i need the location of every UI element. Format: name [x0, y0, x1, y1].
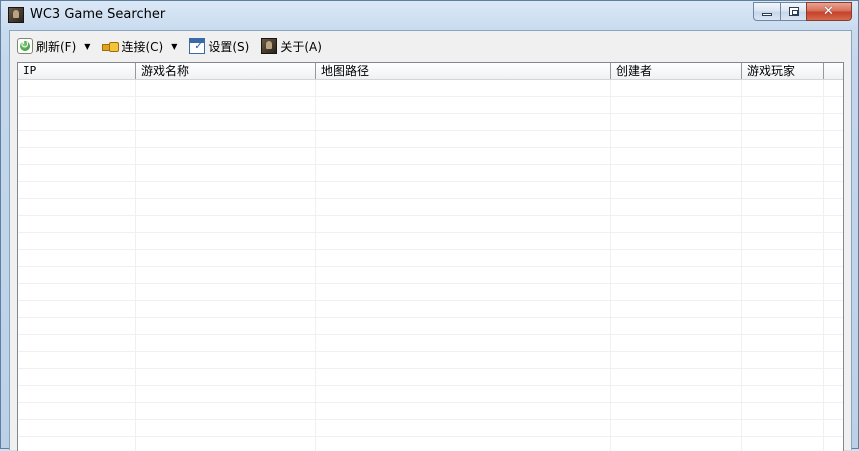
settings-label: 设置(S) — [208, 39, 250, 54]
about-button[interactable]: 关于(A) — [257, 34, 326, 58]
column-gridline — [610, 80, 611, 451]
refresh-icon — [17, 38, 33, 54]
settings-icon — [189, 38, 206, 54]
connect-dropdown-icon[interactable]: ▼ — [171, 42, 177, 51]
connect-label: 连接(C) — [121, 39, 164, 54]
column-header-ip[interactable]: IP — [18, 63, 136, 79]
maximize-button[interactable] — [780, 2, 806, 21]
title-bar[interactable]: WC3 Game Searcher ✕ — [1, 1, 858, 29]
game-list[interactable]: IP 游戏名称 地图路径 创建者 游戏玩家 — [17, 62, 844, 451]
list-body[interactable] — [18, 80, 843, 451]
close-icon: ✕ — [823, 4, 834, 19]
column-gridline — [823, 80, 824, 451]
connect-button[interactable]: 连接(C) ▼ — [98, 34, 181, 58]
caption-buttons: ✕ — [753, 2, 852, 22]
column-gridline — [135, 80, 136, 451]
close-button[interactable]: ✕ — [806, 2, 852, 21]
about-label: 关于(A) — [280, 39, 322, 54]
main-window: WC3 Game Searcher ✕ 刷新(F) ▼ 连接(C) ▼ — [0, 0, 859, 451]
client-area: 刷新(F) ▼ 连接(C) ▼ 设置(S) 关于(A) IP 游戏名称 地图路径 — [9, 30, 852, 451]
app-icon[interactable] — [8, 7, 24, 23]
refresh-label: 刷新(F) — [36, 39, 77, 54]
about-icon — [261, 38, 278, 54]
column-header-map-path[interactable]: 地图路径 — [316, 63, 611, 79]
settings-button[interactable]: 设置(S) — [185, 34, 253, 58]
column-gridline — [315, 80, 316, 451]
list-header: IP 游戏名称 地图路径 创建者 游戏玩家 — [18, 63, 843, 80]
column-gridline — [741, 80, 742, 451]
minimize-button[interactable] — [753, 2, 780, 21]
minimize-icon — [762, 13, 772, 16]
toolbar: 刷新(F) ▼ 连接(C) ▼ 设置(S) 关于(A) — [10, 31, 851, 61]
column-header-creator[interactable]: 创建者 — [611, 63, 742, 79]
window-title: WC3 Game Searcher — [30, 7, 166, 22]
maximize-icon — [789, 7, 799, 16]
column-header-game-name[interactable]: 游戏名称 — [136, 63, 316, 79]
plug-icon — [102, 38, 120, 54]
refresh-button[interactable]: 刷新(F) ▼ — [13, 34, 94, 58]
refresh-dropdown-icon[interactable]: ▼ — [84, 42, 90, 51]
column-header-players[interactable]: 游戏玩家 — [742, 63, 824, 79]
